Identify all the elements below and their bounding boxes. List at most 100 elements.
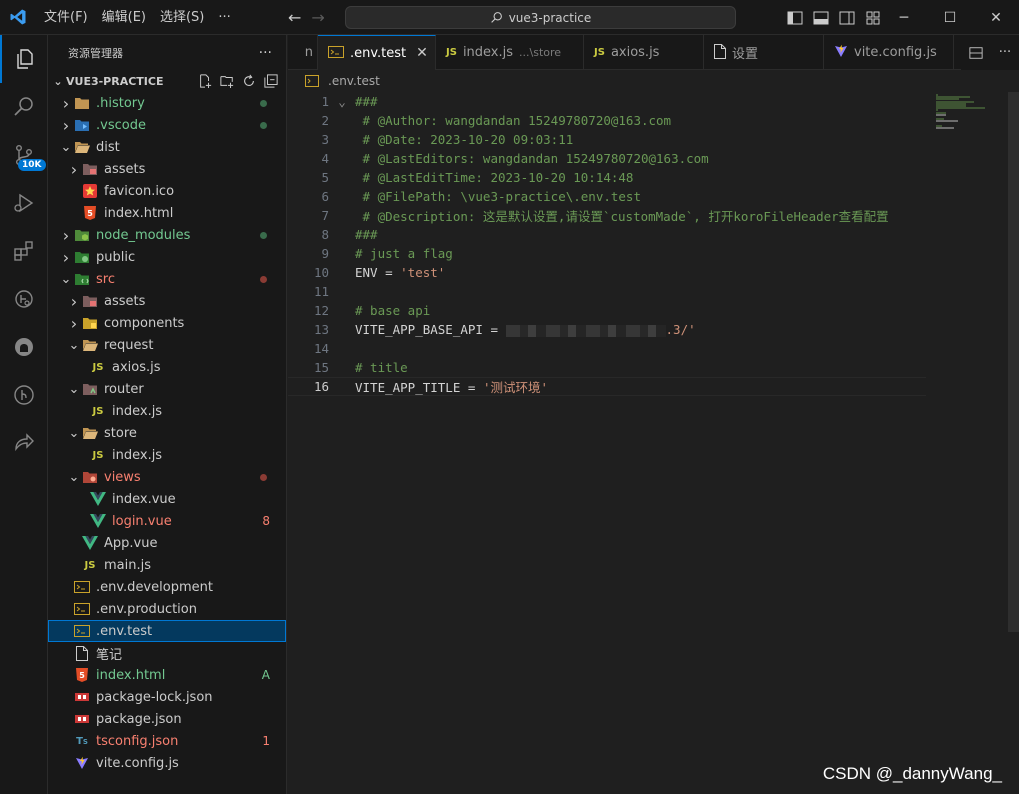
tree-item[interactable]: vite.config.js xyxy=(48,752,286,774)
tree-item[interactable]: ⌄ views xyxy=(48,466,286,488)
command-center-search[interactable]: vue3-practice xyxy=(345,6,736,29)
explorer-icon[interactable] xyxy=(0,35,48,83)
extensions-icon[interactable] xyxy=(0,227,48,275)
minimize-icon[interactable]: ─ xyxy=(881,0,927,35)
more-actions-icon[interactable]: ··· xyxy=(259,45,272,61)
close-window-icon[interactable]: ✕ xyxy=(973,0,1019,35)
source-control-icon[interactable]: 10K xyxy=(0,131,48,179)
tree-item[interactable]: ⌄ router xyxy=(48,378,286,400)
toggle-secondary-sidebar-icon[interactable] xyxy=(834,0,860,35)
tab-env[interactable]: .env.test ✕ xyxy=(318,35,436,70)
tab-js[interactable]: JS index.js ...\store xyxy=(436,35,584,70)
tree-item[interactable]: login.vue 8 xyxy=(48,510,286,532)
fold-chevron-icon[interactable]: ⌄ xyxy=(329,94,355,109)
code-editor[interactable]: 1 ⌄ ### 2 # @Author: wangdandan 15249780720… xyxy=(288,92,1019,794)
menu-selection[interactable]: 选择(S) xyxy=(153,0,211,35)
code-line[interactable]: 7 # @Description: 这是默认设置,请设置`customMade`… xyxy=(288,206,926,225)
tab-file[interactable]: 设置 xyxy=(704,35,824,70)
code-line[interactable]: 9 # just a flag xyxy=(288,244,926,263)
collapse-all-icon[interactable] xyxy=(264,74,278,88)
tree-item[interactable]: › .history xyxy=(48,92,286,114)
breadcrumb-file[interactable]: .env.test xyxy=(328,74,380,88)
github-icon[interactable] xyxy=(0,323,48,371)
minimap[interactable] xyxy=(926,92,1008,794)
git-graph-icon[interactable] xyxy=(0,371,48,419)
tab-js[interactable]: JS axios.js xyxy=(584,35,704,70)
new-folder-icon[interactable] xyxy=(220,74,234,88)
tree-item[interactable]: .env.production xyxy=(48,598,286,620)
code-line[interactable]: 11 xyxy=(288,282,926,301)
tree-item[interactable]: ⌄ dist xyxy=(48,136,286,158)
code-line[interactable]: 6 # @FilePath: \vue3-practice\.env.test xyxy=(288,187,926,206)
tab-label: n xyxy=(304,45,313,60)
new-file-icon[interactable] xyxy=(198,74,212,88)
search-icon[interactable] xyxy=(0,83,48,131)
forward-arrow-icon[interactable]: → xyxy=(311,8,324,27)
close-icon[interactable]: ✕ xyxy=(416,45,428,61)
code-line[interactable]: 5 # @LastEditTime: 2023-10-20 10:14:48 xyxy=(288,168,926,187)
tree-item[interactable]: TS tsconfig.json 1 xyxy=(48,730,286,752)
code-line[interactable]: 16 VITE_APP_TITLE = '测试环境' xyxy=(288,377,926,396)
refresh-icon[interactable] xyxy=(242,74,256,88)
more-actions-icon[interactable]: ··· xyxy=(999,45,1011,60)
tree-item[interactable]: › node_modules xyxy=(48,224,286,246)
code-line[interactable]: 3 # @Date: 2023-10-20 09:03:11 xyxy=(288,130,926,149)
code-line[interactable]: 12 # base api xyxy=(288,301,926,320)
tree-item[interactable]: JS axios.js xyxy=(48,356,286,378)
line-number: 4 xyxy=(321,151,329,166)
workspace-root[interactable]: ⌄ VUE3-PRACTICE xyxy=(48,70,286,92)
tree-item[interactable]: ⌄ request xyxy=(48,334,286,356)
tree-item[interactable]: › components xyxy=(48,312,286,334)
toggle-primary-sidebar-icon[interactable] xyxy=(782,0,808,35)
tree-item[interactable]: ⌄ src xyxy=(48,268,286,290)
file-icon xyxy=(74,645,90,661)
code-line[interactable]: 15 # title xyxy=(288,358,926,377)
tree-item[interactable]: JS index.js xyxy=(48,400,286,422)
tree-item[interactable]: package.json xyxy=(48,708,286,730)
env-icon xyxy=(74,601,90,617)
code-line[interactable]: 10 ENV = 'test' xyxy=(288,263,926,282)
code-line[interactable]: 8 ### xyxy=(288,225,926,244)
back-arrow-icon[interactable]: ← xyxy=(288,8,301,27)
tab-vite[interactable]: vite.config.js xyxy=(824,35,954,70)
tree-item[interactable]: App.vue xyxy=(48,532,286,554)
breadcrumb[interactable]: .env.test xyxy=(288,70,1019,92)
tree-item[interactable]: JS main.js xyxy=(48,554,286,576)
tree-item[interactable]: package-lock.json xyxy=(48,686,286,708)
tree-item[interactable]: 笔记 xyxy=(48,642,286,664)
remote-explorer-icon[interactable] xyxy=(0,275,48,323)
line-number: 14 xyxy=(313,341,329,356)
tree-item[interactable]: ⌄ store xyxy=(48,422,286,444)
menu-more[interactable]: ··· xyxy=(211,0,237,35)
live-share-icon[interactable] xyxy=(0,419,48,467)
tree-item[interactable]: › .vscode xyxy=(48,114,286,136)
tree-item[interactable]: › assets xyxy=(48,158,286,180)
tree-item[interactable]: 5 index.html xyxy=(48,202,286,224)
maximize-icon[interactable]: ☐ xyxy=(927,0,973,35)
code-line[interactable]: 13 VITE_APP_BASE_API = .3/' xyxy=(288,320,926,339)
tab-partial[interactable]: n xyxy=(288,35,318,70)
code-line[interactable]: 1 ⌄ ### xyxy=(288,92,926,111)
run-debug-icon[interactable] xyxy=(0,179,48,227)
js-icon: JS xyxy=(84,559,96,571)
tree-item[interactable]: .env.development xyxy=(48,576,286,598)
folder-icon xyxy=(74,95,90,111)
toggle-panel-icon[interactable] xyxy=(808,0,834,35)
editor-scrollbar[interactable] xyxy=(1008,92,1019,632)
tree-item[interactable]: favicon.ico xyxy=(48,180,286,202)
tree-item[interactable]: › public xyxy=(48,246,286,268)
code-token: # @Date: 2023-10-20 09:03:11 xyxy=(355,132,574,147)
code-line[interactable]: 2 # @Author: wangdandan 15249780720@163.… xyxy=(288,111,926,130)
split-editor-icon[interactable] xyxy=(969,46,983,60)
tree-item[interactable]: › assets xyxy=(48,290,286,312)
code-line[interactable]: 14 xyxy=(288,339,926,358)
tree-item[interactable]: .env.test xyxy=(48,620,286,642)
code-token: ### xyxy=(355,94,378,109)
menu-edit[interactable]: 编辑(E) xyxy=(95,0,153,35)
menu-file[interactable]: 文件(F) xyxy=(37,0,95,35)
tree-item-label: public xyxy=(96,249,136,265)
tree-item[interactable]: index.vue xyxy=(48,488,286,510)
tree-item[interactable]: JS index.js xyxy=(48,444,286,466)
tree-item[interactable]: 5 index.html A xyxy=(48,664,286,686)
code-line[interactable]: 4 # @LastEditors: wangdandan 15249780720… xyxy=(288,149,926,168)
